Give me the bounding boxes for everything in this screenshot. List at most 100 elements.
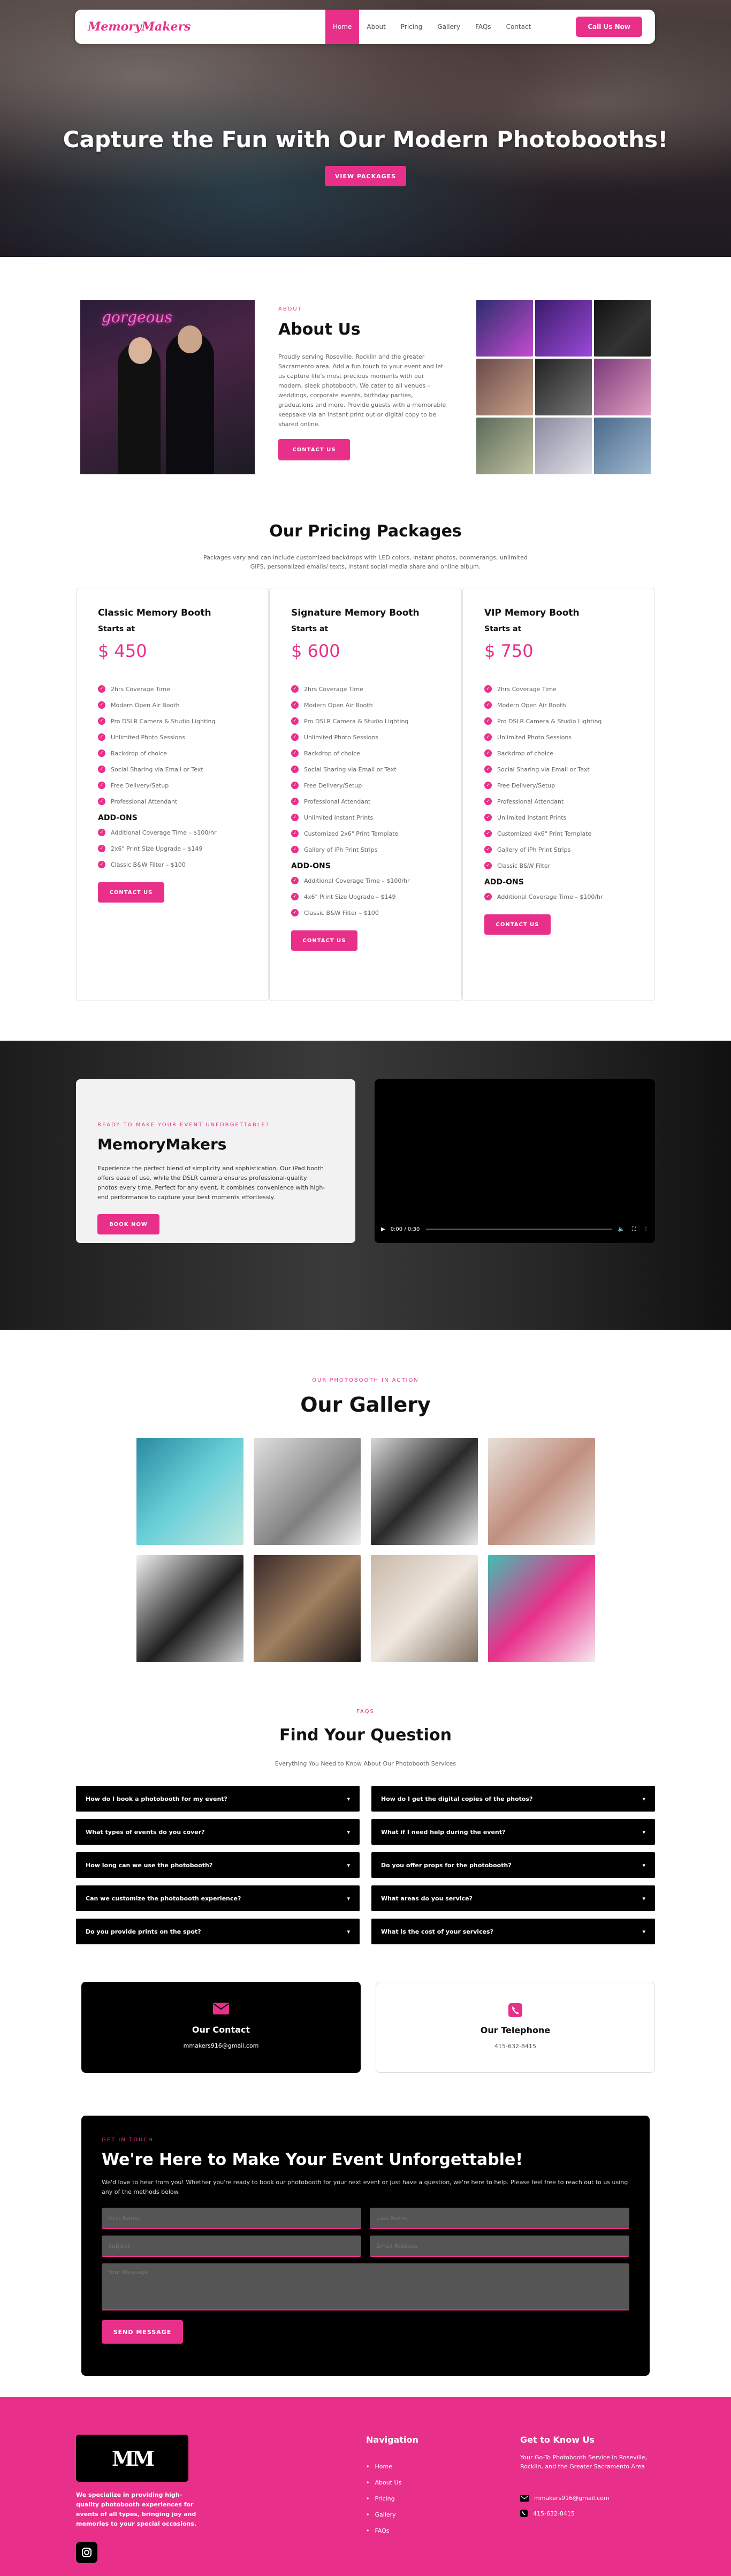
feature-item: ✓ 2hrs Coverage Time — [291, 681, 440, 697]
gallery-photo[interactable] — [254, 1438, 361, 1545]
faq-item[interactable]: What types of events do you cover? ▾ — [76, 1819, 360, 1845]
faq-item[interactable]: What is the cost of your services? ▾ — [371, 1919, 655, 1944]
feature-label: Pro DSLR Camera & Studio Lighting — [304, 717, 409, 725]
gallery-photo[interactable] — [371, 1438, 478, 1545]
gallery-photo[interactable] — [136, 1555, 243, 1662]
send-message-button[interactable]: SEND MESSAGE — [102, 2320, 183, 2344]
feature-label: Free Delivery/Setup — [304, 782, 362, 789]
addon-label: Classic B&W Filter – $100 — [304, 909, 379, 916]
instagram-icon[interactable] — [76, 2542, 97, 2563]
addon-list: ✓ Additional Coverage Time – $100/hr ✓ 4x6… — [291, 873, 440, 921]
gallery-photo[interactable] — [136, 1438, 243, 1545]
feature-item: ✓ Modern Open Air Booth — [484, 697, 633, 713]
grid-photo — [594, 359, 651, 415]
feature-label: Social Sharing via Email or Text — [497, 766, 590, 773]
footer-logo[interactable]: MM — [76, 2435, 188, 2482]
footer-phone[interactable]: 415-632-8415 — [533, 2510, 575, 2517]
caret-down-icon: ▾ — [347, 1861, 350, 1869]
faq-question: How long can we use the photobooth? — [86, 1861, 213, 1869]
feature-item: ✓ Unlimited Photo Sessions — [98, 729, 247, 745]
gallery-photo[interactable] — [488, 1438, 595, 1545]
email-input[interactable] — [370, 2236, 629, 2257]
feature-item: ✓ Unlimited Instant Prints — [484, 809, 633, 825]
view-packages-button[interactable]: VIEW PACKAGES — [325, 166, 406, 186]
call-us-button[interactable]: Call Us Now — [576, 17, 642, 37]
brand-logo[interactable]: MemoryMakers — [88, 20, 191, 34]
feature-label: 2hrs Coverage Time — [304, 685, 363, 693]
nav-link-about[interactable]: About — [359, 10, 393, 44]
contact-email[interactable]: mmakers916@gmail.com — [81, 2042, 361, 2049]
video-player[interactable]: ▶ 0:00 / 0:30 🔈 ⛶ ⋮ — [375, 1079, 655, 1243]
check-icon: ✓ — [98, 798, 105, 805]
pricing-card-classic: Classic Memory Booth Starts at $ 450 ✓ 2h… — [76, 588, 269, 1001]
video-title: MemoryMakers — [97, 1135, 227, 1153]
check-icon: ✓ — [98, 733, 105, 741]
check-icon: ✓ — [484, 830, 492, 837]
volume-icon[interactable]: 🔈 — [618, 1226, 625, 1232]
faq-item[interactable]: Do you offer props for the photobooth? ▾ — [371, 1852, 655, 1878]
play-icon[interactable]: ▶ — [381, 1226, 385, 1232]
video-intro-card: READY TO MAKE YOUR EVENT UNFORGETTABLE? … — [76, 1079, 355, 1243]
faq-item[interactable]: What areas do you service? ▾ — [371, 1885, 655, 1911]
faq-item[interactable]: Can we customize the photobooth experien… — [76, 1885, 360, 1911]
footer-nav: Home About Us Pricing Gallery FAQs — [366, 2458, 402, 2539]
footer-nav-gallery[interactable]: Gallery — [366, 2506, 401, 2522]
faq-item[interactable]: How do I get the digital copies of the p… — [371, 1786, 655, 1812]
form-row — [102, 2236, 629, 2257]
top-navigation: MemoryMakers Home About Pricing Gallery … — [75, 10, 655, 44]
check-icon: ✓ — [98, 717, 105, 725]
grid-photo — [594, 300, 651, 357]
gallery-photo[interactable] — [371, 1555, 478, 1662]
footer: MM We specialize in providing high-quali… — [0, 2397, 731, 2576]
nav-link-contact[interactable]: Contact — [499, 10, 539, 44]
book-now-button[interactable]: BOOK NOW — [97, 1214, 159, 1234]
feature-label: Professional Attendant — [304, 798, 371, 805]
about-title: About Us — [278, 320, 361, 339]
first-name-input[interactable] — [102, 2208, 361, 2229]
faq-item[interactable]: How long can we use the photobooth? ▾ — [76, 1852, 360, 1878]
feature-label: Modern Open Air Booth — [497, 701, 566, 709]
nav-link-home[interactable]: Home — [325, 10, 360, 44]
vip-contact-button[interactable]: CONTACT US — [484, 914, 551, 935]
footer-nav-faqs[interactable]: FAQs — [366, 2522, 401, 2539]
faq-item[interactable]: Do you provide prints on the spot? ▾ — [76, 1919, 360, 1944]
faq-list: How do I book a photobooth for my event?… — [76, 1786, 655, 1944]
last-name-input[interactable] — [370, 2208, 629, 2229]
footer-description: We specialize in providing high-quality … — [76, 2491, 197, 2527]
faq-item[interactable]: How do I book a photobooth for my event?… — [76, 1786, 360, 1812]
nav-link-faqs[interactable]: FAQs — [468, 10, 499, 44]
faq-item[interactable]: What if I need help during the event? ▾ — [371, 1819, 655, 1845]
gallery-photo[interactable] — [254, 1555, 361, 1662]
classic-contact-button[interactable]: CONTACT US — [98, 882, 164, 903]
check-icon: ✓ — [291, 877, 299, 884]
faq-subtitle: Everything You Need to Know About Our Ph… — [275, 1760, 456, 1767]
about-contact-button[interactable]: CONTACT US — [278, 439, 350, 460]
addon-item: ✓ Additional Coverage Time – $100/hr — [484, 889, 633, 905]
feature-label: 2hrs Coverage Time — [497, 685, 557, 693]
contact-phone[interactable]: 415-632-8415 — [376, 2043, 654, 2050]
nav-link-pricing[interactable]: Pricing — [393, 10, 430, 44]
feature-item: ✓ Customized 2x6" Print Template — [291, 825, 440, 842]
check-icon: ✓ — [98, 861, 105, 868]
feature-item: ✓ Professional Attendant — [291, 793, 440, 809]
signature-contact-button[interactable]: CONTACT US — [291, 930, 357, 951]
footer-email[interactable]: mmakers916@gmail.com — [534, 2495, 610, 2502]
footer-nav-pricing[interactable]: Pricing — [366, 2490, 401, 2506]
subject-input[interactable] — [102, 2236, 361, 2257]
feature-item: ✓ Pro DSLR Camera & Studio Lighting — [98, 713, 247, 729]
more-options-icon[interactable]: ⋮ — [643, 1226, 649, 1232]
faq-question: Do you offer props for the photobooth? — [381, 1861, 512, 1869]
feature-label: 2hrs Coverage Time — [111, 685, 170, 693]
feature-item: ✓ Professional Attendant — [484, 793, 633, 809]
footer-nav-about[interactable]: About Us — [366, 2474, 402, 2490]
video-progress-bar[interactable] — [426, 1228, 612, 1230]
check-icon: ✓ — [291, 766, 299, 773]
message-textarea[interactable] — [102, 2263, 629, 2310]
phone-icon — [520, 2510, 528, 2517]
nav-link-gallery[interactable]: Gallery — [430, 10, 468, 44]
gallery-photo[interactable] — [488, 1555, 595, 1662]
feature-item: ✓ Gallery of iPh Print Strips — [291, 842, 440, 858]
fullscreen-icon[interactable]: ⛶ — [632, 1226, 636, 1232]
footer-nav-home[interactable]: Home — [366, 2458, 401, 2474]
about-section: gorgeous ABOUT About Us Proudly serving … — [0, 257, 731, 509]
